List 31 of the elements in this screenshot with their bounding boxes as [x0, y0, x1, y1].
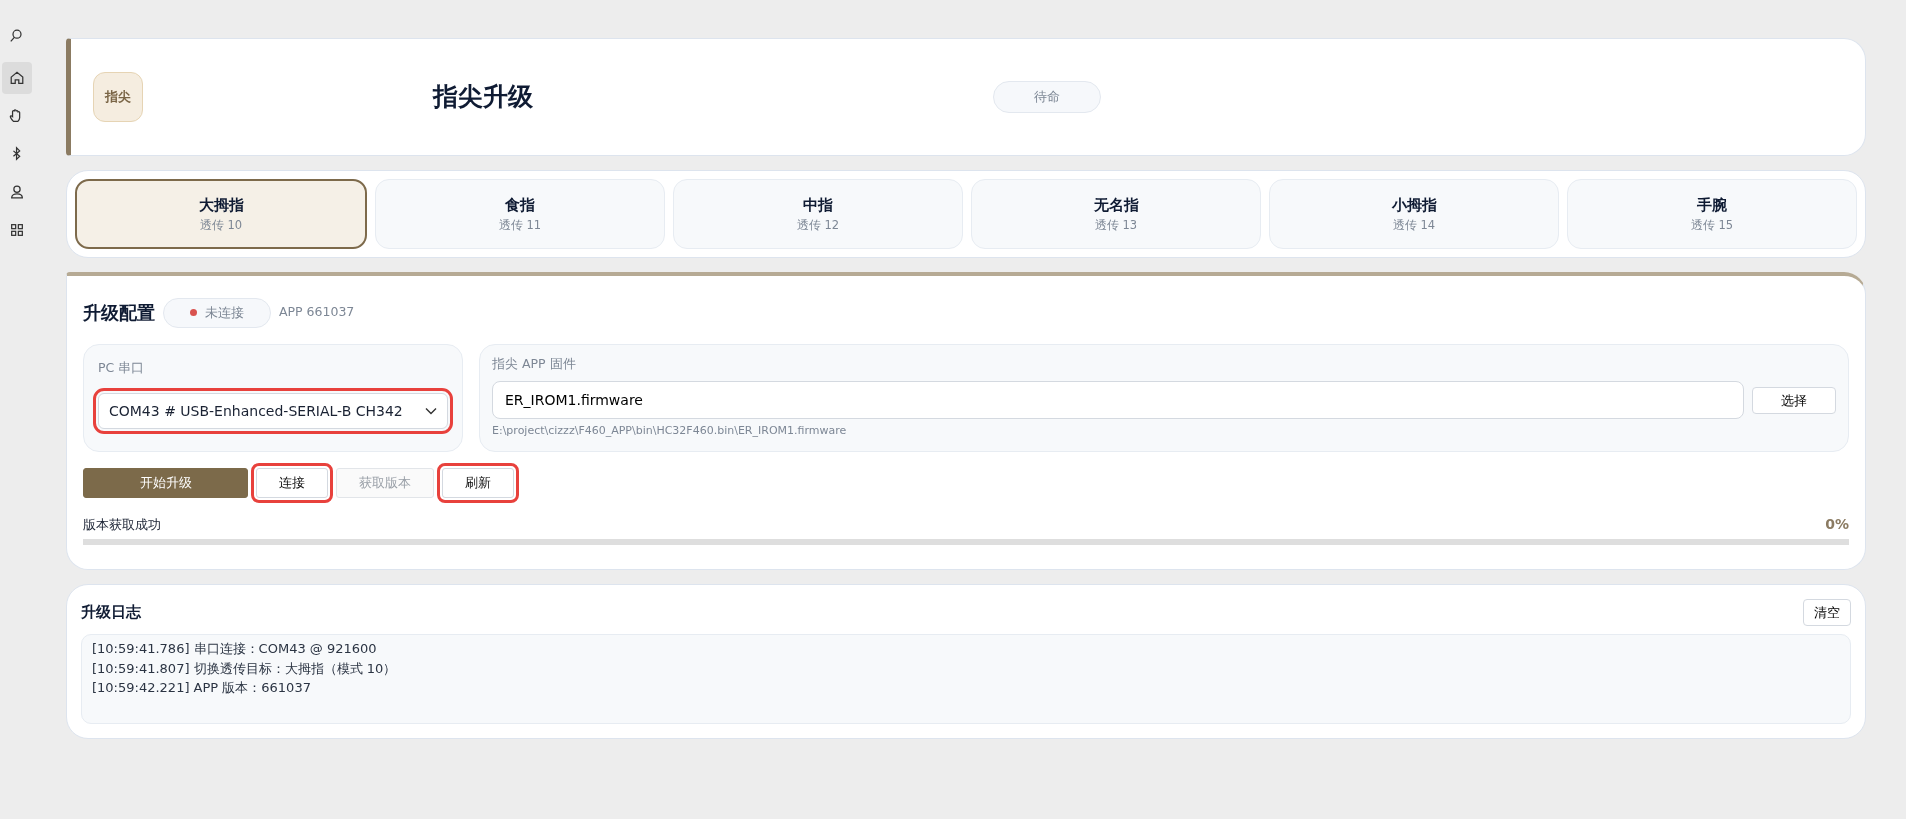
home-icon [9, 70, 25, 86]
search-icon [9, 28, 25, 44]
user-icon [9, 184, 25, 200]
section-title: 升级日志 [81, 602, 141, 623]
target-tab[interactable]: 大拇指 透传 10 [75, 179, 367, 249]
chevron-down-icon [425, 407, 437, 416]
status-pill: 待命 [993, 81, 1101, 113]
grid-icon [9, 222, 25, 238]
action-button[interactable]: 开始升级 [83, 467, 248, 498]
section-title: 升级配置 [83, 301, 155, 326]
log-line: [10:59:41.807] 切换透传目标：大拇指（模式 10） [92, 659, 398, 678]
target-tab[interactable]: 手腕 透传 15 [1567, 179, 1857, 249]
target-tab[interactable]: 食指 透传 11 [375, 179, 665, 249]
field-label: 指尖 APP 固件 [492, 354, 577, 373]
input-field[interactable]: ER_IROM1.firmware [492, 381, 1744, 420]
status-text: 未连接 [205, 304, 244, 322]
clear-button[interactable]: 清空 [1803, 598, 1851, 626]
header-badge: 指尖 [93, 72, 143, 122]
app-version: APP 661037 [279, 303, 355, 322]
target-tab[interactable]: 小拇指 透传 14 [1269, 179, 1559, 249]
target-tab[interactable]: 中指 透传 12 [673, 179, 963, 249]
log-line: [10:59:41.786] 串口连接：COM43 @ 921600 [92, 640, 378, 658]
status-message: 版本获取成功 [83, 516, 161, 534]
file-path: E:\project\cizzz\F460_APP\bin\HC32F460.bin\ER_IROM1.firmware [492, 423, 848, 440]
choose-button[interactable]: 选择 [1752, 386, 1836, 414]
target-tab[interactable]: 无名指 透传 13 [971, 179, 1261, 249]
sidebar-item[interactable] [2, 62, 32, 94]
field-label: PC 串口 [98, 358, 146, 377]
progress-percent: 0% [1825, 514, 1849, 534]
log-line: [10:59:42.221] APP 版本：661037 [92, 679, 312, 697]
page-title: 指尖升级 [433, 81, 533, 114]
